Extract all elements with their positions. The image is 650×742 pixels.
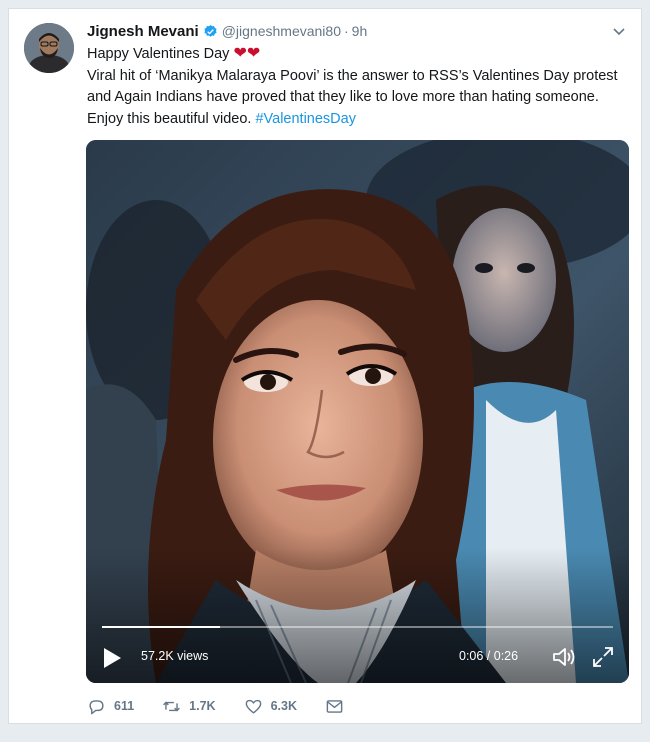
tweet-text-line: and Again Indians have proved that they … — [87, 89, 599, 105]
display-name[interactable]: Jignesh Mevani — [87, 23, 199, 40]
video-progress-fill — [102, 626, 220, 628]
like-count: 6.3K — [270, 699, 297, 713]
tweet-text-line: Viral hit of ‘Manikya Malaraya Poovi’ is… — [87, 67, 618, 84]
play-icon[interactable] — [102, 647, 122, 669]
reply-icon — [89, 699, 104, 714]
hashtag-link[interactable]: #ValentinesDay — [255, 111, 356, 127]
view-count: 57.2K views — [141, 649, 209, 663]
video-player[interactable]: 57.2K views 0:06 / 0:26 — [86, 140, 629, 683]
reply-count: 611 — [114, 699, 135, 713]
retweet-count: 1.7K — [189, 699, 216, 713]
separator-dot: · — [343, 23, 349, 39]
tweet-text-line: Enjoy this beautiful video. #ValentinesD… — [87, 109, 635, 131]
reply-action[interactable]: 611 — [87, 697, 134, 716]
direct-message-action[interactable] — [325, 697, 352, 716]
volume-icon[interactable] — [551, 645, 577, 669]
tweet-text: Happy Valentines Day ❤❤ Viral hit of ‘Ma… — [87, 43, 635, 130]
handle[interactable]: @jigneshmevani80 — [222, 23, 341, 39]
video-progress-bar[interactable] — [102, 626, 613, 628]
retweet-action[interactable]: 1.7K — [162, 697, 216, 716]
direct-message-icon — [326, 699, 343, 713]
verified-badge-icon — [204, 24, 217, 37]
avatar[interactable] — [24, 23, 74, 73]
video-controls: 57.2K views 0:06 / 0:26 — [86, 633, 629, 683]
chevron-down-icon[interactable] — [611, 23, 627, 39]
enjoy-text: Enjoy this beautiful video. — [87, 110, 252, 127]
tweet-text-line: Happy Valentines Day ❤❤ — [87, 43, 635, 66]
video-frame — [86, 140, 629, 683]
timestamp[interactable]: 9h — [352, 23, 368, 39]
fullscreen-icon[interactable] — [591, 645, 615, 669]
retweet-icon — [163, 701, 181, 711]
heart-emoji: ❤❤ — [233, 45, 261, 62]
like-action[interactable]: 6.3K — [244, 697, 297, 716]
tweet-card[interactable]: Jignesh Mevani @jigneshmevani80 · 9h Hap… — [8, 8, 642, 724]
tweet-actions: 611 1.7K 6.3K — [87, 696, 380, 716]
like-icon — [245, 699, 261, 714]
video-timecode: 0:06 / 0:26 — [459, 649, 519, 663]
tweet-header: Jignesh Mevani @jigneshmevani80 · 9h — [87, 21, 367, 41]
greeting-text: Happy Valentines Day — [87, 46, 230, 62]
